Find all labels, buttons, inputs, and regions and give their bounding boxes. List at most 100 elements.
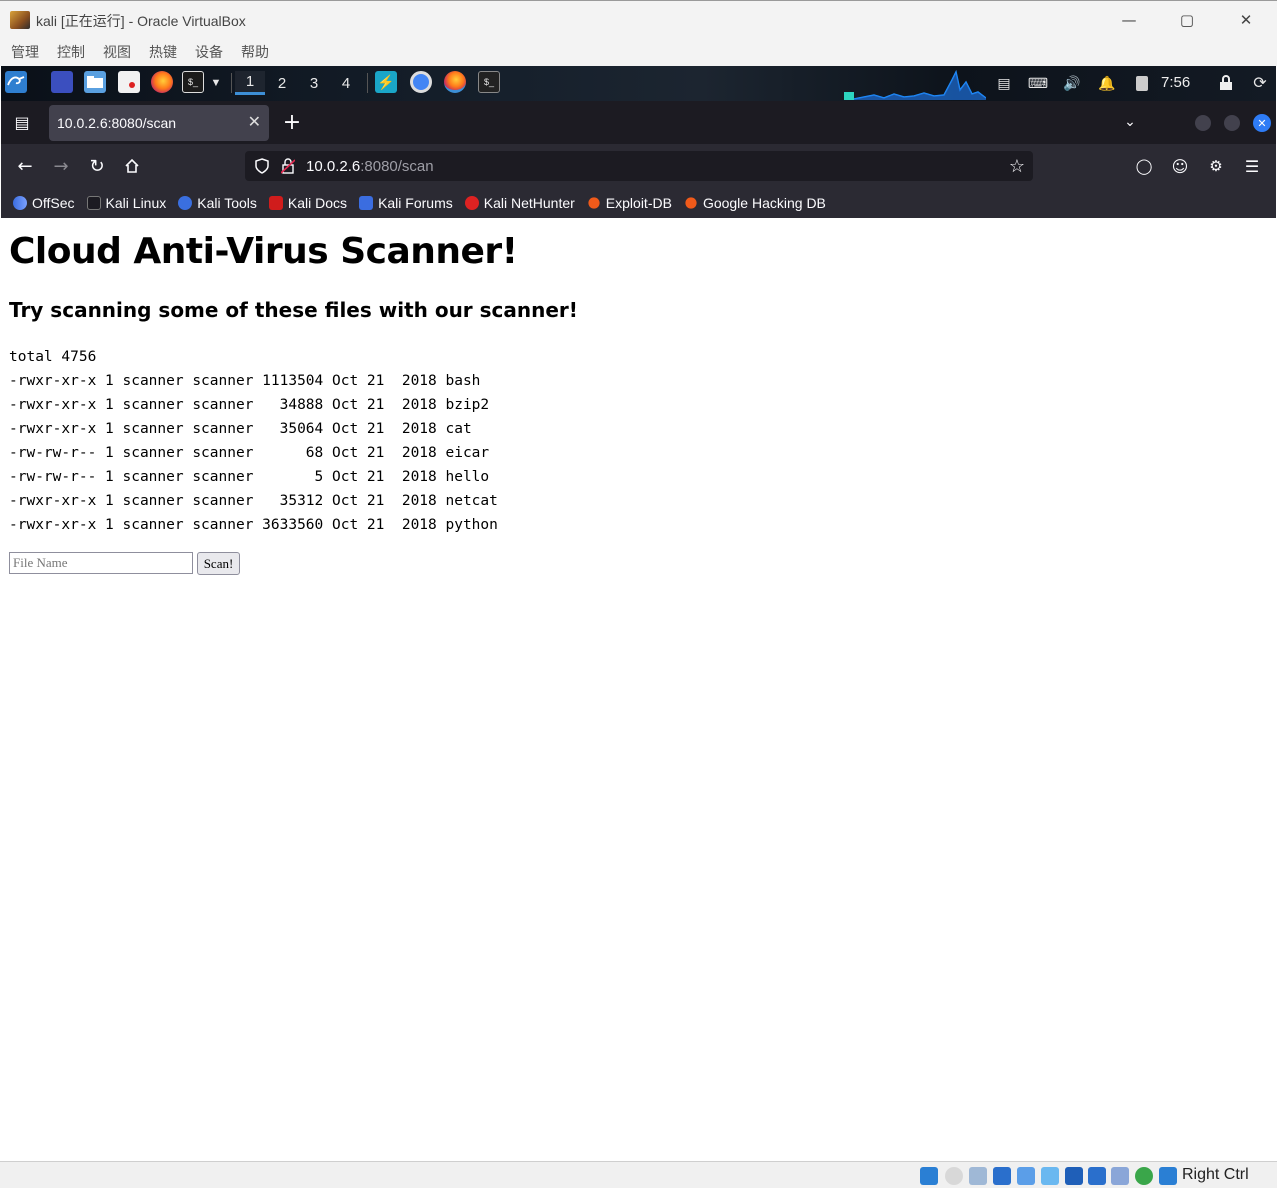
app-menu-icon[interactable]: ☰: [1241, 155, 1263, 177]
firefox-launcher-icon[interactable]: [151, 71, 173, 93]
tab-title: 10.0.2.6:8080/scan: [57, 115, 177, 131]
menu-view[interactable]: 视图: [103, 42, 131, 62]
lock-screen-icon[interactable]: [1215, 71, 1237, 95]
ghdb-icon: [685, 197, 697, 209]
reload-icon[interactable]: ↻: [86, 155, 108, 177]
guest-additions-icon[interactable]: [1135, 1167, 1153, 1185]
list-tabs-chevron-icon[interactable]: ⌄: [1119, 111, 1141, 133]
window-title: kali [正在运行] - Oracle VirtualBox: [36, 13, 246, 29]
battery-icon[interactable]: [1131, 71, 1153, 95]
display-icon[interactable]: [1065, 1167, 1083, 1185]
new-tab-icon[interactable]: +: [281, 110, 303, 135]
kali-dragon-icon: [86, 196, 101, 210]
menu-machine[interactable]: 管理: [11, 42, 39, 62]
workspace-3[interactable]: 3: [299, 71, 329, 95]
logout-icon[interactable]: ⟳: [1249, 71, 1271, 95]
url-path: :8080/scan: [360, 158, 434, 175]
terminal-launcher-icon[interactable]: $_: [182, 71, 204, 93]
file-manager-icon[interactable]: [84, 71, 106, 93]
offsec-icon: [13, 196, 27, 210]
minimize-button[interactable]: —: [1109, 9, 1149, 31]
kali-menu-icon[interactable]: [5, 71, 27, 93]
bookmark-kali-nethunter[interactable]: Kali NetHunter: [464, 195, 575, 211]
url-host: 10.0.2.6: [306, 158, 361, 175]
close-tab-icon[interactable]: ✕: [248, 112, 261, 132]
account-icon[interactable]: ☺: [1169, 155, 1191, 177]
notification-bell-icon[interactable]: 🔔: [1096, 71, 1118, 95]
maximize-dot-icon[interactable]: [1224, 115, 1240, 131]
network-icon[interactable]: ▤: [993, 71, 1015, 95]
tab-overview-icon[interactable]: ▤: [11, 111, 33, 133]
scan-button[interactable]: Scan!: [197, 552, 240, 575]
burpsuite-icon[interactable]: ⚡: [375, 71, 397, 93]
bookmarks-bar: OffSec Kali Linux Kali Tools Kali Docs K…: [1, 188, 1276, 218]
firefox-window-icon[interactable]: [444, 71, 466, 93]
menu-hotkeys[interactable]: 热键: [149, 42, 177, 62]
page-content: Cloud Anti-Virus Scanner! Try scanning s…: [1, 218, 1276, 1161]
minimize-dot-icon[interactable]: [1195, 115, 1211, 131]
url-text: 10.0.2.6:8080/scan: [306, 158, 434, 175]
vbox-statusbar: Right Ctrl: [0, 1161, 1277, 1188]
home-icon[interactable]: [121, 155, 143, 177]
bookmark-star-icon[interactable]: ☆: [1007, 156, 1027, 177]
kali-forums-icon: [359, 196, 374, 210]
close-button[interactable]: ✕: [1226, 9, 1266, 31]
bookmark-kali-linux[interactable]: Kali Linux: [86, 195, 166, 211]
desktop-icon[interactable]: [51, 71, 73, 93]
chevron-down-icon[interactable]: ▼: [208, 71, 224, 95]
usb-icon[interactable]: [1017, 1167, 1035, 1185]
virtualbox-logo-icon: [10, 11, 30, 29]
nethunter-icon: [464, 196, 479, 210]
bookmark-google-hacking-db[interactable]: Google Hacking DB: [684, 195, 826, 211]
kali-panel: $_ ▼ 1 2 3 4 ⚡ $_ ▤ ⌨ 🔊 🔔 7:56 ⟳: [1, 66, 1276, 101]
vbox-menubar: 管理 控制 视图 热键 设备 帮助: [0, 38, 1277, 66]
host-key-label: Right Ctrl: [1182, 1166, 1249, 1183]
firefox-tabbar: ▤ 10.0.2.6:8080/scan ✕ + ⌄ ✕: [1, 101, 1276, 144]
kali-tools-icon: [178, 196, 193, 210]
extensions-icon[interactable]: ⚙: [1205, 155, 1227, 177]
page-title: Cloud Anti-Virus Scanner!: [9, 231, 518, 272]
text-editor-icon[interactable]: [118, 71, 140, 93]
bookmark-kali-docs[interactable]: Kali Docs: [268, 195, 347, 211]
recording-icon[interactable]: [1088, 1167, 1106, 1185]
keyboard-icon[interactable]: ⌨: [1027, 71, 1049, 95]
close-window-icon[interactable]: ✕: [1253, 114, 1271, 132]
forward-icon[interactable]: →: [50, 155, 72, 177]
workspace-2[interactable]: 2: [267, 71, 297, 95]
volume-icon[interactable]: 🔊: [1061, 71, 1083, 95]
menu-help[interactable]: 帮助: [241, 42, 269, 62]
chromium-icon[interactable]: [410, 71, 432, 93]
kali-docs-icon: [268, 196, 283, 210]
url-bar[interactable]: 10.0.2.6:8080/scan ☆: [245, 151, 1033, 181]
maximize-button[interactable]: ▢: [1167, 9, 1207, 31]
pocket-icon[interactable]: ◯: [1133, 155, 1155, 177]
workspace-4[interactable]: 4: [331, 71, 361, 95]
bookmark-offsec[interactable]: OffSec: [13, 195, 75, 211]
file-listing: total 4756 -rwxr-xr-x 1 scanner scanner …: [9, 349, 498, 533]
shield-icon[interactable]: [252, 156, 272, 176]
vt-x-icon[interactable]: [1111, 1167, 1129, 1185]
insecure-lock-icon[interactable]: [278, 156, 298, 176]
back-icon[interactable]: ←: [14, 155, 36, 177]
hard-disk-icon[interactable]: [920, 1167, 938, 1185]
file-name-input[interactable]: [9, 552, 193, 574]
terminal-window-icon[interactable]: $_: [478, 71, 500, 93]
vbox-titlebar: kali [正在运行] - Oracle VirtualBox — ▢ ✕: [0, 0, 1277, 38]
workspace-1[interactable]: 1: [235, 71, 265, 95]
bookmark-exploit-db[interactable]: Exploit-DB: [587, 195, 672, 211]
audio-icon[interactable]: [969, 1167, 987, 1185]
shared-folders-icon[interactable]: [1041, 1167, 1059, 1185]
panel-clock[interactable]: 7:56: [1161, 74, 1190, 91]
menu-devices[interactable]: 设备: [195, 42, 223, 62]
exploit-db-icon: [588, 197, 600, 209]
cpu-graph: [844, 70, 986, 100]
optical-drive-icon[interactable]: [945, 1167, 963, 1185]
menu-control[interactable]: 控制: [57, 42, 85, 62]
page-subtitle: Try scanning some of these files with ou…: [9, 298, 578, 322]
bookmark-kali-forums[interactable]: Kali Forums: [359, 195, 453, 211]
network-adapter-icon[interactable]: [993, 1167, 1011, 1185]
host-key-arrow-icon[interactable]: [1159, 1167, 1177, 1185]
firefox-navbar: ← → ↻ 10.0.2.6:8080/scan ☆ ◯ ☺ ⚙ ☰: [1, 144, 1276, 188]
tab-scan[interactable]: 10.0.2.6:8080/scan ✕: [49, 105, 269, 141]
bookmark-kali-tools[interactable]: Kali Tools: [178, 195, 257, 211]
